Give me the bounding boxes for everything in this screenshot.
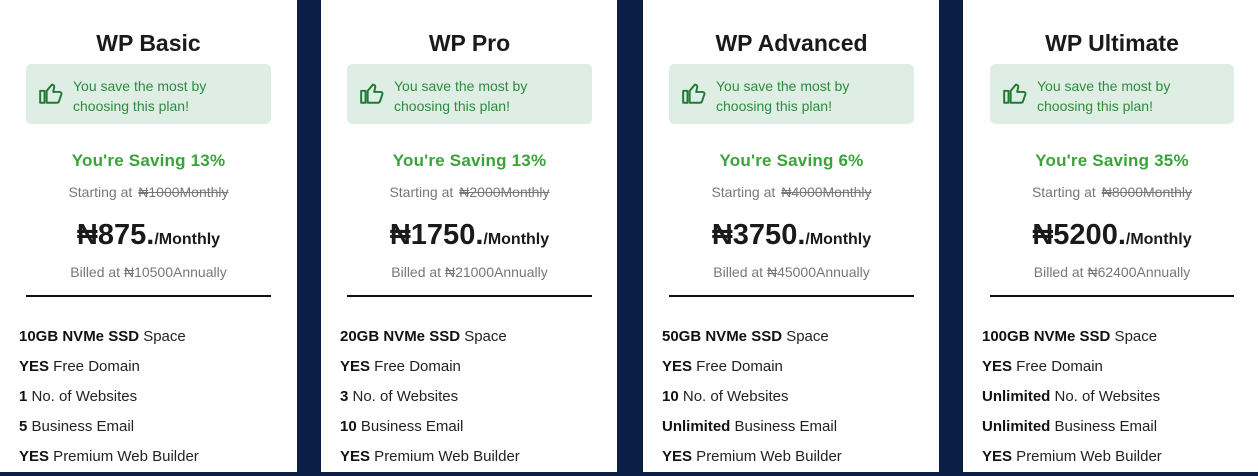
- billed-annually: Billed at ₦21000Annually: [391, 264, 548, 280]
- feature-list: 100GB NVMe SSD Space YES Free Domain Unl…: [982, 326, 1162, 476]
- starting-price: Starting at ₦8000Monthly: [990, 184, 1234, 200]
- feature-item: 3 No. of Websites: [340, 388, 459, 405]
- feature-item: 10GB NVMe SSD Space: [19, 328, 186, 345]
- plan-title: WP Pro: [428, 30, 511, 56]
- saving-percentage: You're Saving 35%: [1035, 151, 1189, 170]
- feature-item: 50GB NVMe SSD Space: [662, 328, 829, 345]
- save-banner: You save the most by choosing this plan!: [990, 64, 1234, 124]
- starting-price: Starting at ₦2000Monthly: [347, 184, 592, 200]
- divider: [669, 295, 914, 297]
- starting-label: Starting at: [1031, 184, 1096, 200]
- price-period: /Monthly: [1125, 231, 1192, 248]
- feature-item: YES Free Domain: [982, 358, 1103, 375]
- current-price: ₦875./Monthly: [26, 219, 271, 252]
- starting-price: Starting at ₦4000Monthly: [669, 184, 914, 200]
- old-price: ₦1000Monthly: [138, 184, 229, 200]
- old-price: ₦4000Monthly: [781, 184, 872, 200]
- price-amount: ₦3750.: [711, 219, 806, 251]
- feature-item: YES Free Domain: [340, 358, 461, 375]
- thumbs-up-icon: [1003, 83, 1027, 104]
- save-message: You save the most by choosing this plan!: [716, 78, 850, 114]
- starting-label: Starting at: [711, 184, 776, 200]
- feature-item: 1 No. of Websites: [19, 388, 138, 405]
- feature-item: YES Free Domain: [19, 358, 140, 375]
- price-period: /Monthly: [154, 231, 221, 248]
- save-banner: You save the most by choosing this plan!: [347, 64, 592, 124]
- price-period: /Monthly: [483, 231, 550, 248]
- plan-title: WP Advanced: [715, 30, 868, 56]
- starting-price: Starting at ₦1000Monthly: [26, 184, 271, 200]
- plan-card-wp-basic: WP Basic You save the most by choosing t…: [0, 0, 297, 472]
- price-amount: ₦1750.: [389, 219, 484, 251]
- old-price: ₦2000Monthly: [459, 184, 550, 200]
- feature-item: Unlimited Business Email: [982, 418, 1158, 435]
- billed-annually: Billed at ₦62400Annually: [1033, 264, 1191, 280]
- current-price: ₦5200./Monthly: [990, 219, 1234, 252]
- feature-item: 100GB NVMe SSD Space: [982, 328, 1158, 345]
- save-message: You save the most by choosing this plan!: [394, 78, 528, 114]
- save-banner: You save the most by choosing this plan!: [669, 64, 914, 124]
- feature-item: Unlimited Business Email: [662, 418, 838, 435]
- feature-list: 10GB NVMe SSD Space YES Free Domain 1 No…: [19, 326, 199, 476]
- thumbs-up-icon: [360, 83, 384, 104]
- thumbs-up-icon: [682, 83, 706, 104]
- plan-card-wp-ultimate: WP Ultimate You save the most by choosin…: [963, 0, 1258, 472]
- divider: [347, 295, 592, 297]
- plan-card-wp-advanced: WP Advanced You save the most by choosin…: [643, 0, 939, 472]
- price-period: /Monthly: [805, 231, 872, 248]
- price-amount: ₦875.: [76, 219, 155, 251]
- plan-title: WP Ultimate: [1045, 30, 1179, 56]
- starting-label: Starting at: [389, 184, 454, 200]
- plan-title: WP Basic: [96, 30, 201, 56]
- feature-item: 10 Business Email: [340, 418, 464, 435]
- billed-annually: Billed at ₦10500Annually: [70, 264, 227, 280]
- save-banner: You save the most by choosing this plan!: [26, 64, 271, 124]
- divider: [26, 295, 271, 297]
- feature-item: 5 Business Email: [19, 418, 135, 435]
- feature-list: 20GB NVMe SSD Space YES Free Domain 3 No…: [340, 326, 520, 476]
- thumbs-up-icon: [39, 83, 63, 104]
- price-amount: ₦5200.: [1032, 219, 1126, 251]
- plan-card-wp-pro: WP Pro You save the most by choosing thi…: [321, 0, 617, 472]
- saving-percentage: You're Saving 13%: [392, 151, 547, 170]
- feature-item: Unlimited No. of Websites: [982, 388, 1161, 405]
- saving-percentage: You're Saving 6%: [719, 151, 864, 170]
- billed-annually: Billed at ₦45000Annually: [713, 264, 870, 280]
- save-message: You save the most by choosing this plan!: [73, 78, 207, 114]
- old-price: ₦8000Monthly: [1101, 184, 1193, 200]
- current-price: ₦1750./Monthly: [347, 219, 592, 252]
- current-price: ₦3750./Monthly: [669, 219, 914, 252]
- saving-percentage: You're Saving 13%: [71, 151, 226, 170]
- feature-item: YES Free Domain: [662, 358, 783, 375]
- feature-item: 20GB NVMe SSD Space: [340, 328, 507, 345]
- divider: [990, 295, 1234, 297]
- feature-item: 10 No. of Websites: [662, 388, 789, 405]
- starting-label: Starting at: [68, 184, 133, 200]
- feature-list: 50GB NVMe SSD Space YES Free Domain 10 N…: [662, 326, 842, 476]
- save-message: You save the most by choosing this plan!: [1037, 78, 1171, 114]
